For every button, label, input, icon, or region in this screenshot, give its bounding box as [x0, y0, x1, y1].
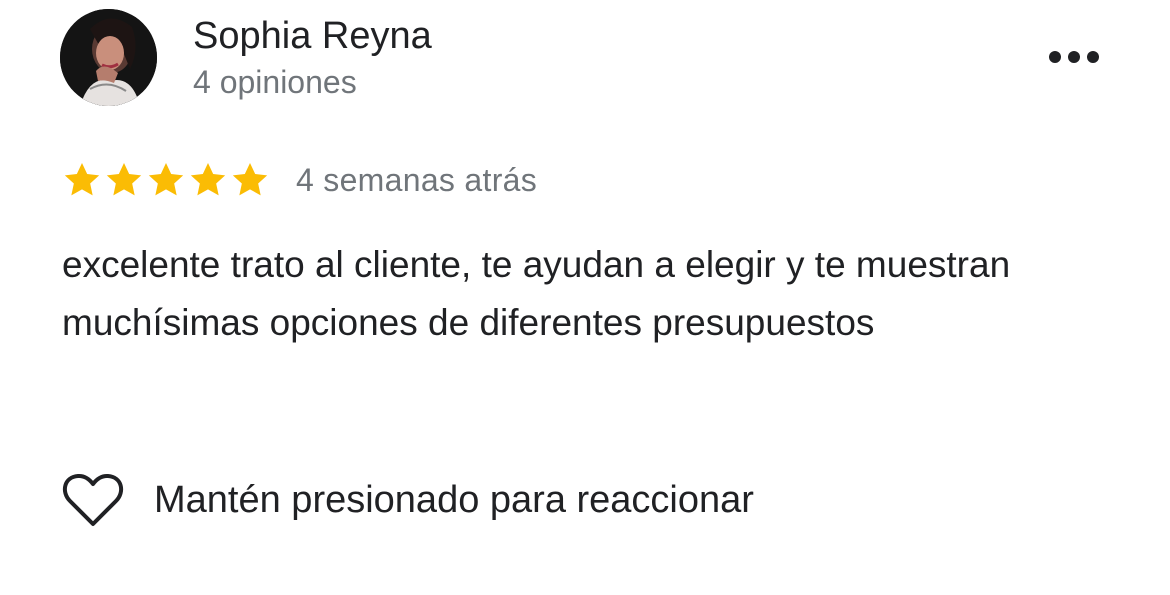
more-horizontal-icon-dot: [1087, 51, 1099, 63]
react-label: Mantén presionado para reaccionar: [154, 479, 754, 521]
star-icon: [64, 163, 100, 196]
review-text: excelente trato al cliente, te ayudan a …: [62, 244, 1011, 343]
reviewer-reviews-count: 4 opiniones: [193, 64, 357, 100]
more-options-button[interactable]: [1038, 38, 1110, 76]
heart-outline-icon: [62, 473, 124, 526]
star-icon: [232, 163, 268, 196]
reviewer-avatar[interactable]: [60, 9, 157, 106]
react-button[interactable]: Mantén presionado para reaccionar: [62, 470, 754, 530]
profile-photo-icon: [60, 9, 157, 106]
reviewer-name[interactable]: Sophia Reyna: [193, 14, 432, 58]
star-rating: [62, 160, 270, 200]
star-icon: [148, 163, 184, 196]
more-horizontal-icon-dot: [1068, 51, 1080, 63]
more-horizontal-icon-dot: [1049, 51, 1061, 63]
review-time: 4 semanas atrás: [296, 162, 538, 198]
star-icon: [106, 163, 142, 196]
star-icon: [190, 163, 226, 196]
